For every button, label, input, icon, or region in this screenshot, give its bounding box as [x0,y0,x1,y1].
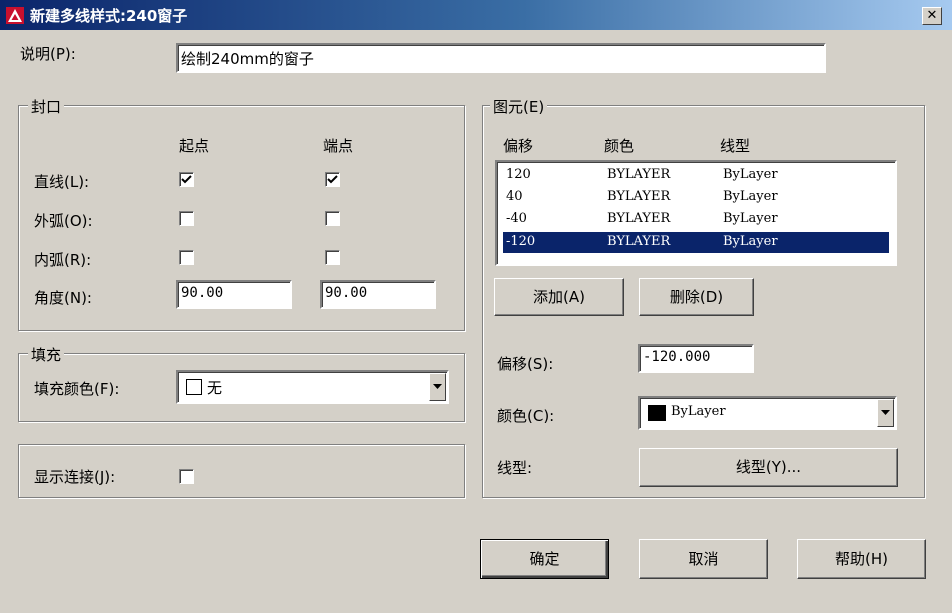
caps-legend: 封口 [28,96,65,117]
inner-arc-start-checkbox[interactable] [179,250,194,265]
element-color-value: ByLayer [671,404,726,419]
outer-arc-end-checkbox[interactable] [325,211,340,226]
element-offset: -120 [506,234,536,249]
element-color: BYLAYER [607,234,671,249]
list-item-selected[interactable]: -120 BYLAYER ByLayer [503,232,889,253]
dropdown-arrow-button[interactable] [429,373,446,401]
cancel-button[interactable]: 取消 [639,539,768,579]
linetype-column-header: 线型 [720,137,751,155]
offset-label: 偏移(S): [497,355,554,373]
caps-end-header: 端点 [323,137,354,155]
angle-label: 角度(N): [34,289,92,307]
fill-color-value: 无 [207,379,223,397]
element-linetype: ByLayer [723,234,778,249]
element-offset: 40 [506,189,523,204]
line-end-checkbox[interactable] [325,172,340,187]
element-color-label: 颜色(C): [497,407,555,425]
chevron-down-icon [433,384,442,389]
line-start-checkbox[interactable] [179,172,194,187]
help-button[interactable]: 帮助(H) [797,539,926,579]
checkmark-icon [327,175,338,184]
caps-start-header: 起点 [179,137,210,155]
fill-legend: 填充 [28,344,65,365]
fill-color-label: 填充颜色(F): [34,380,120,398]
element-linetype: ByLayer [723,211,778,226]
close-button[interactable]: ✕ [922,7,942,25]
delete-element-button[interactable]: 删除(D) [639,278,754,316]
list-item[interactable]: 120 BYLAYER ByLayer [503,165,889,186]
list-item[interactable]: 40 BYLAYER ByLayer [503,187,889,208]
inner-arc-label: 内弧(R): [34,251,92,269]
title-bar[interactable]: 新建多线样式:240窗子 ✕ [0,0,952,30]
element-offset: -40 [506,211,527,226]
fill-color-dropdown[interactable]: 无 [176,370,449,404]
show-joints-checkbox[interactable] [179,469,194,484]
offset-input[interactable]: -120.000 [638,344,754,373]
show-joints-label: 显示连接(J): [34,468,116,486]
element-linetype: ByLayer [723,167,778,182]
element-color: BYLAYER [607,167,671,182]
element-color: BYLAYER [607,189,671,204]
window-title: 新建多线样式:240窗子 [30,7,188,25]
list-item[interactable]: -40 BYLAYER ByLayer [503,209,889,230]
autocad-app-icon [6,7,24,24]
chevron-down-icon [881,410,890,415]
inner-arc-end-checkbox[interactable] [325,250,340,265]
line-cap-label: 直线(L): [34,173,90,191]
elements-legend: 图元(E) [490,96,548,117]
close-icon: ✕ [926,8,938,23]
element-linetype: ByLayer [723,189,778,204]
color-column-header: 颜色 [604,137,635,155]
color-swatch-none [186,379,202,395]
offset-column-header: 偏移 [503,137,534,155]
add-element-button[interactable]: 添加(A) [494,278,624,316]
element-color-dropdown[interactable]: ByLayer [638,396,897,430]
description-input[interactable]: 绘制240mm的窗子 [176,43,826,73]
dropdown-arrow-button[interactable] [877,399,894,427]
element-color: BYLAYER [607,211,671,226]
description-label: 说明(P): [20,45,76,63]
ok-button[interactable]: 确定 [480,539,609,579]
color-swatch-black [648,405,666,421]
outer-arc-label: 外弧(O): [34,212,93,230]
outer-arc-start-checkbox[interactable] [179,211,194,226]
checkmark-icon [181,175,192,184]
angle-start-input[interactable]: 90.00 [176,280,292,309]
elements-list[interactable]: 120 BYLAYER ByLayer 40 BYLAYER ByLayer -… [495,160,897,266]
angle-end-input[interactable]: 90.00 [320,280,436,309]
element-offset: 120 [506,167,531,182]
linetype-label: 线型: [497,459,533,477]
linetype-button[interactable]: 线型(Y)... [639,448,898,487]
